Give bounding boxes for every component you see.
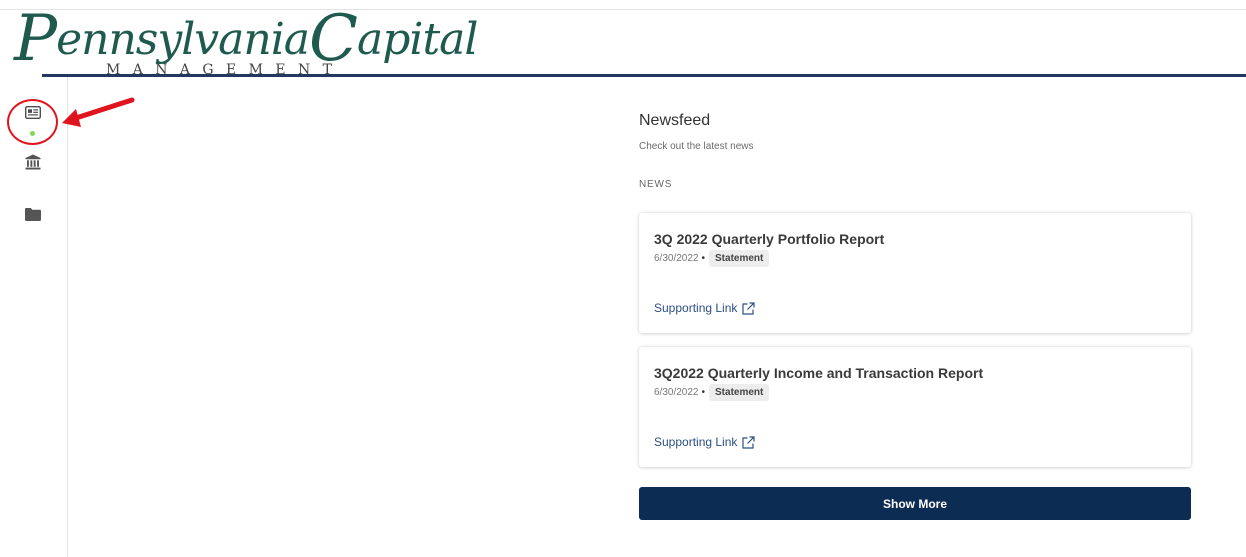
header-rule (42, 74, 1246, 77)
company-logo[interactable]: PennsylvaniaCapital MANAGEMENT (14, 7, 478, 81)
sidebar (0, 77, 135, 557)
external-link-icon (742, 435, 755, 449)
folder-icon[interactable] (25, 208, 41, 221)
newsfeed-panel: Newsfeed Check out the latest news NEWS … (639, 112, 1191, 520)
news-card-tag: Statement (709, 384, 770, 401)
supporting-link-label: Supporting Link (654, 301, 738, 315)
news-card-tag: Statement (709, 250, 770, 267)
logo-wordmark: PennsylvaniaCapital (14, 2, 478, 76)
news-section-label: NEWS (639, 179, 673, 190)
supporting-link-label: Supporting Link (654, 435, 738, 449)
newsfeed-subtitle: Check out the latest news (639, 141, 754, 152)
external-link-icon (742, 301, 755, 315)
supporting-link[interactable]: Supporting Link (654, 435, 755, 449)
bank-icon[interactable] (25, 154, 41, 170)
meta-separator: • (701, 253, 706, 264)
annotation-arrow-icon (62, 97, 135, 127)
show-more-button[interactable]: Show More (639, 487, 1191, 520)
news-card: 3Q 2022 Quarterly Portfolio Report 6/30/… (639, 213, 1191, 333)
annotation-circle (7, 99, 58, 145)
news-card-meta: 6/30/2022 • Statement (654, 384, 770, 401)
meta-separator: • (701, 387, 706, 398)
news-card-title: 3Q 2022 Quarterly Portfolio Report (654, 231, 885, 247)
news-card: 3Q2022 Quarterly Income and Transaction … (639, 347, 1191, 467)
news-card-meta: 6/30/2022 • Statement (654, 250, 770, 267)
newsfeed-title: Newsfeed (639, 112, 711, 129)
supporting-link[interactable]: Supporting Link (654, 301, 755, 315)
news-card-date: 6/30/2022 (654, 253, 699, 264)
news-card-date: 6/30/2022 (654, 387, 699, 398)
top-border (0, 9, 1246, 10)
news-card-title: 3Q2022 Quarterly Income and Transaction … (654, 365, 984, 381)
